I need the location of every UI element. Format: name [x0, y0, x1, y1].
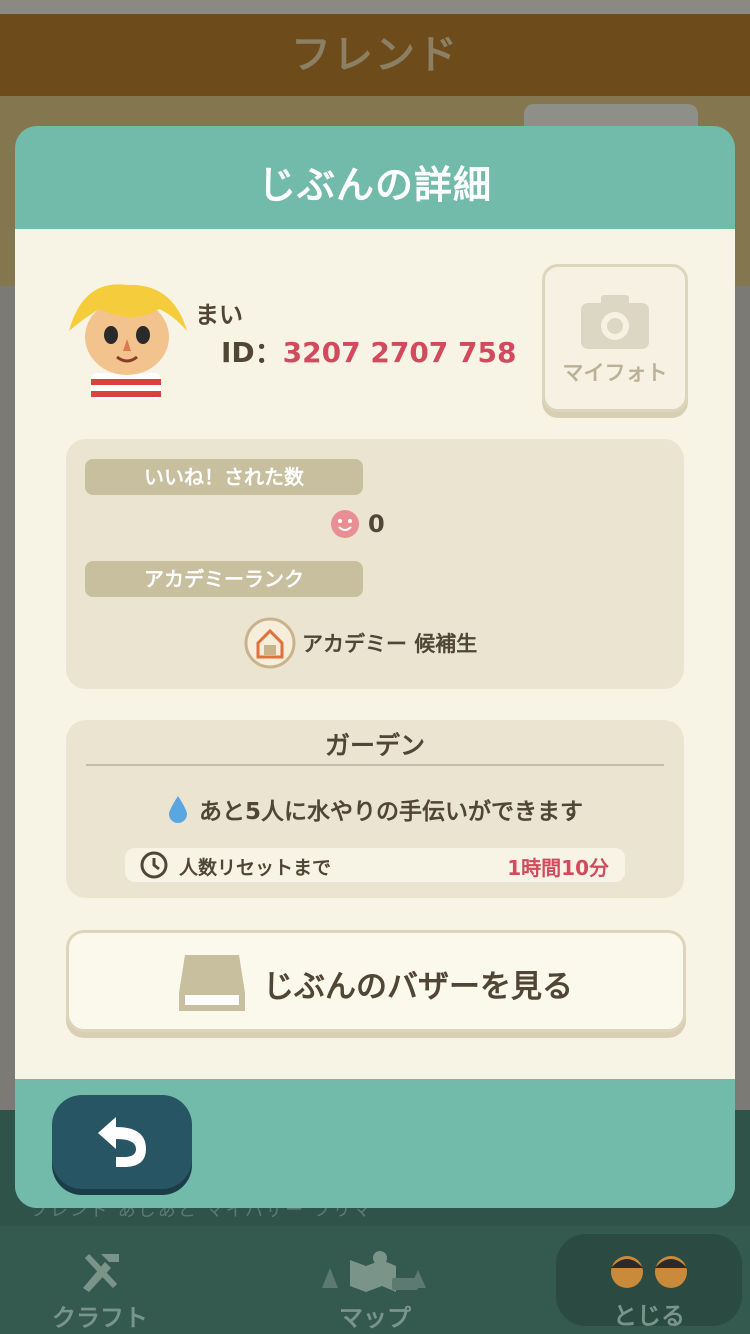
- garden-title: ガーデン: [324, 731, 425, 760]
- nav-map[interactable]: マップ: [300, 1226, 450, 1334]
- academy-rank-label: アカデミーランク: [85, 561, 363, 597]
- stats-panel: いいね！された数 0 アカデミーランク アカデミー 候補生: [66, 439, 684, 689]
- undo-arrow-icon: [98, 1117, 146, 1167]
- academy-rank-row: アカデミー 候補生: [244, 617, 477, 669]
- back-button[interactable]: [52, 1095, 192, 1189]
- nav-close-button[interactable]: とじる: [556, 1234, 742, 1330]
- nav-craft-label: クラフト: [52, 1304, 148, 1332]
- bottom-nav: クラフト マップ とじる: [0, 1226, 750, 1334]
- garden-panel: ガーデン あと5人に水やりの手伝いができます 人数リセットまで 1時間10分: [66, 720, 684, 898]
- nav-close-label: とじる: [613, 1302, 685, 1330]
- reset-timer-row: 人数リセットまで 1時間10分: [125, 848, 625, 882]
- reset-label: 人数リセットまで: [179, 857, 332, 879]
- divider: [86, 764, 664, 766]
- user-id: ID：3207 2707 758: [221, 331, 516, 371]
- map-icon: [322, 1251, 426, 1292]
- myphoto-label: マイフォト: [562, 361, 668, 385]
- bazaar-tray-icon: [179, 955, 245, 1011]
- likes-label: いいね！された数: [85, 459, 363, 495]
- user-id-label: ID：: [221, 336, 283, 369]
- view-bazaar-button[interactable]: じぶんのバザーを見る: [66, 930, 686, 1032]
- modal-body: まい ID：3207 2707 758 マイフォト いいね！された数 0 アカデ…: [15, 229, 735, 1079]
- avatar: [69, 284, 187, 399]
- likes-count-row: 0: [330, 509, 385, 543]
- status-area: [0, 0, 750, 14]
- nav-craft[interactable]: クラフト: [40, 1226, 160, 1334]
- reset-time: 1時間10分: [507, 856, 609, 880]
- background-title: フレンド: [291, 32, 459, 78]
- likes-count: 0: [368, 510, 385, 538]
- user-id-value: 3207 2707 758: [282, 336, 517, 369]
- profile-modal: じぶんの詳細 まい ID：3207 2707 758 マイフォト いいね！された…: [15, 126, 735, 1208]
- academy-rank-value: アカデミー 候補生: [302, 632, 478, 656]
- clock-icon: [140, 851, 168, 879]
- academy-badge-icon: [244, 617, 296, 669]
- friends-icon: [611, 1256, 687, 1288]
- nav-map-label: マップ: [339, 1304, 411, 1332]
- modal-title: じぶんの詳細: [257, 163, 492, 207]
- camera-icon: [581, 295, 649, 349]
- view-bazaar-label: じぶんのバザーを見る: [263, 969, 573, 1005]
- water-drop-icon: [168, 796, 187, 823]
- user-name: まい: [195, 301, 243, 329]
- watering-info: あと5人に水やりの手伝いができます: [66, 792, 684, 826]
- watering-text: あと5人に水やりの手伝いができます: [198, 799, 583, 825]
- smile-icon: [331, 510, 359, 538]
- myphoto-button[interactable]: マイフォト: [542, 264, 688, 412]
- hammer-saw-icon: [83, 1253, 119, 1292]
